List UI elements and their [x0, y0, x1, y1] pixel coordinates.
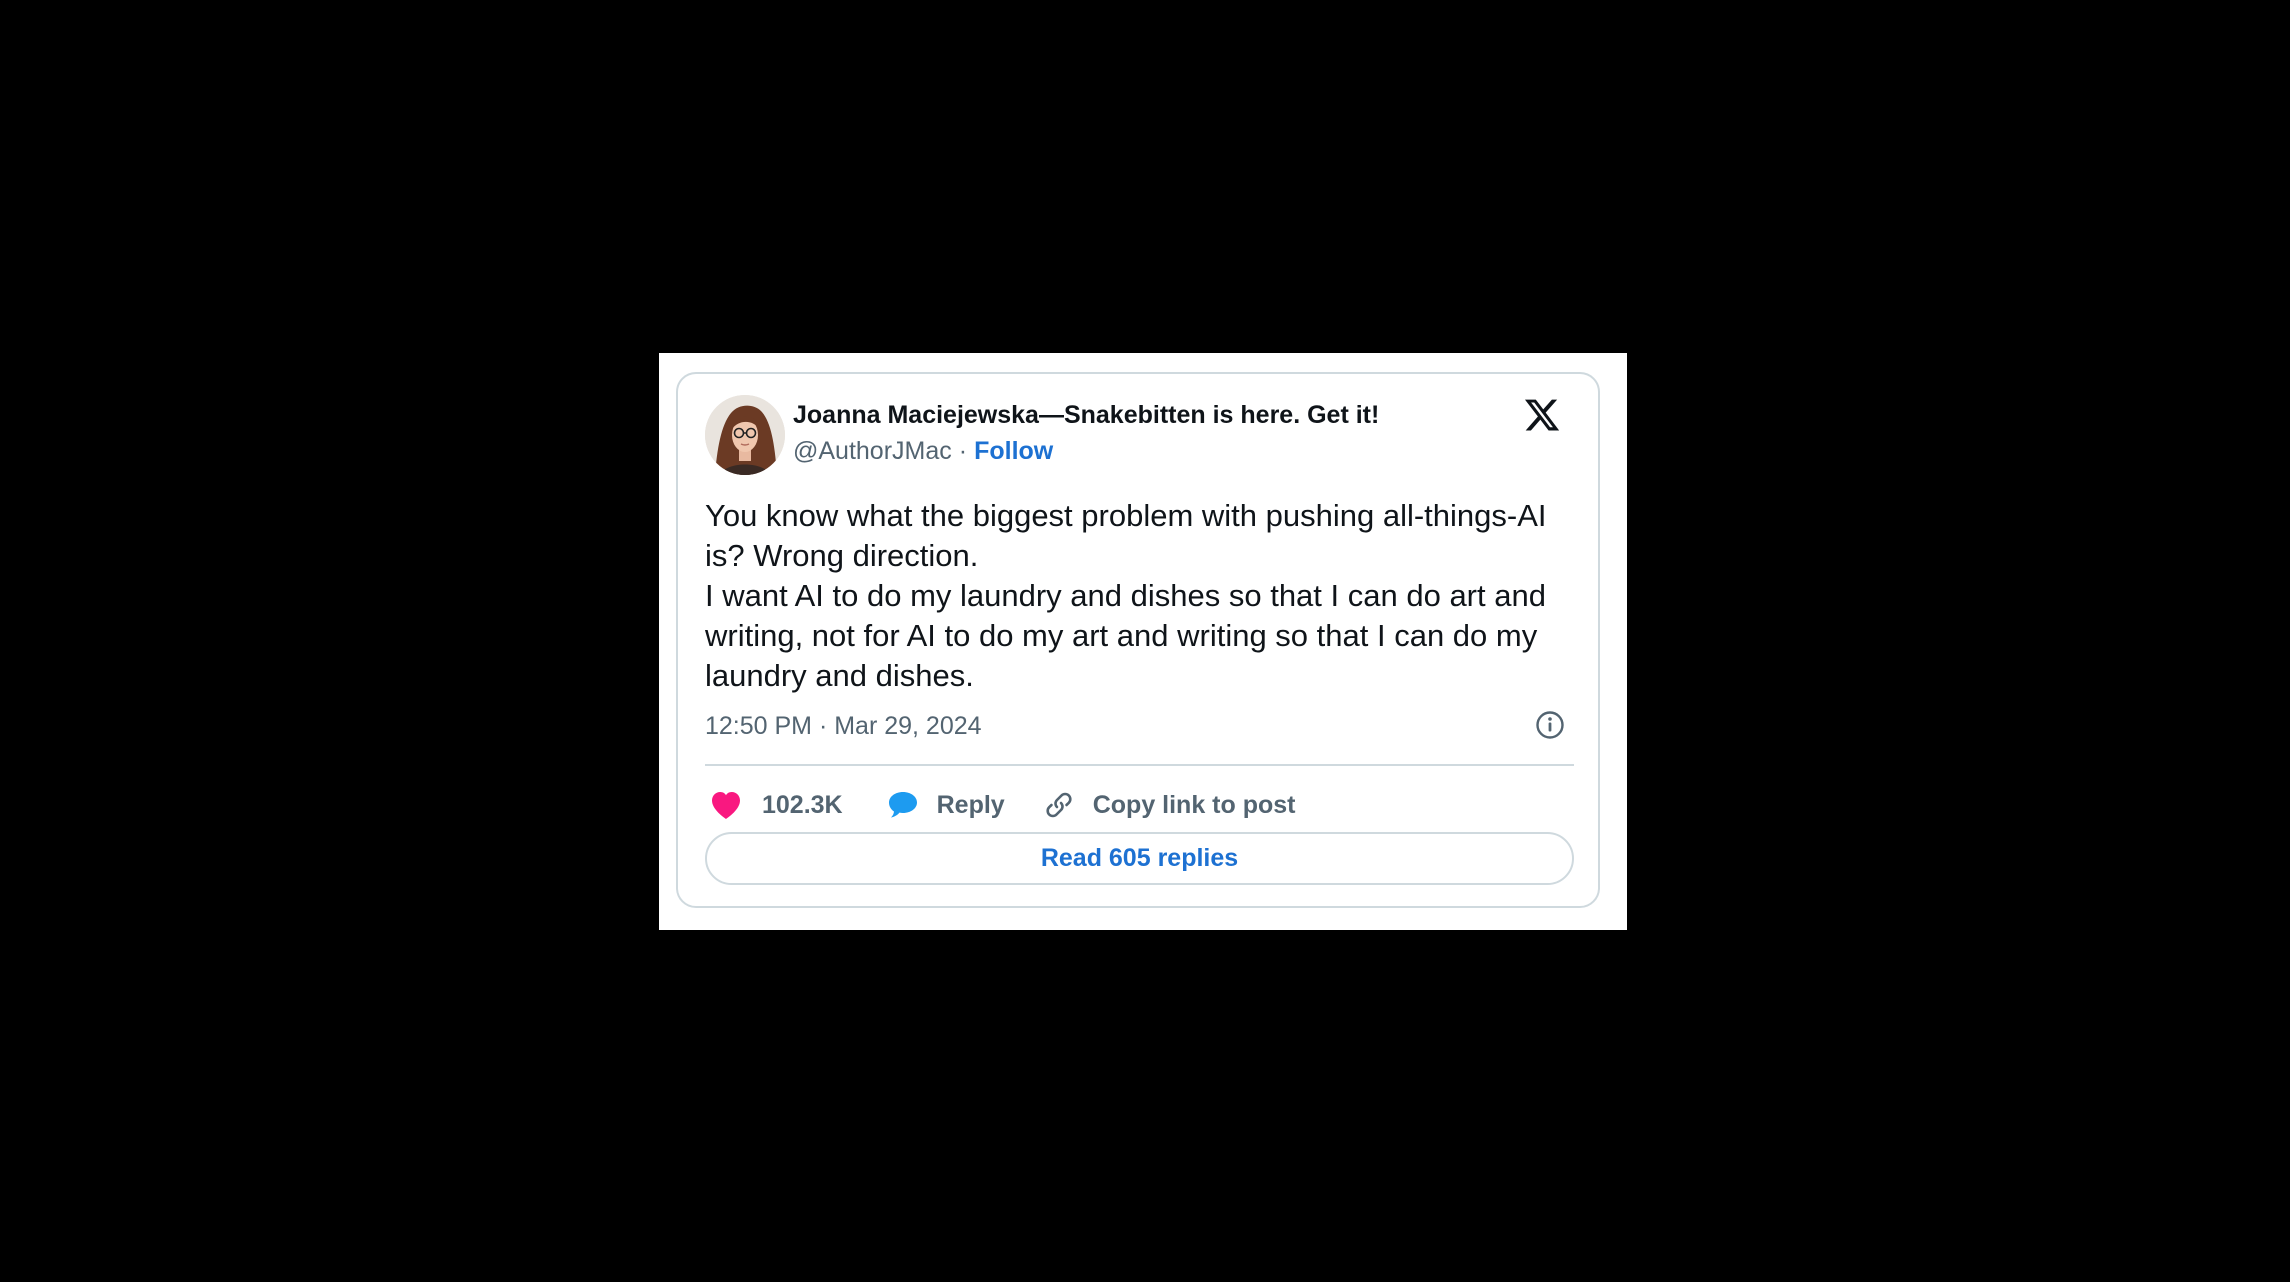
read-replies-button[interactable]: Read 605 replies [705, 832, 1574, 885]
avatar[interactable] [705, 395, 785, 475]
tweet-embed-frame: Joanna Maciejewska—Snakebitten is here. … [659, 353, 1627, 930]
info-icon[interactable] [1535, 710, 1565, 740]
author-display-name[interactable]: Joanna Maciejewska—Snakebitten is here. … [793, 401, 1379, 430]
speech-bubble-icon [888, 792, 917, 818]
tweet-text-line-1: You know what the biggest problem with p… [705, 498, 1547, 573]
tweet-text: You know what the biggest problem with p… [705, 496, 1580, 696]
link-icon [1046, 792, 1072, 818]
like-button[interactable]: 102.3K [710, 790, 843, 820]
copy-link-button[interactable]: Copy link to post [1043, 789, 1296, 821]
x-logo-icon[interactable] [1523, 396, 1561, 434]
divider [705, 764, 1574, 766]
like-count: 102.3K [762, 790, 843, 819]
author-handle[interactable]: @AuthorJMac [793, 437, 952, 465]
follow-button[interactable]: Follow [974, 437, 1053, 465]
tweet-text-line-2: I want AI to do my laundry and dishes so… [705, 578, 1546, 693]
tweet-card: Joanna Maciejewska—Snakebitten is here. … [676, 372, 1600, 908]
avatar-portrait-icon [705, 395, 785, 475]
heart-icon [712, 792, 740, 819]
handle-separator: · [958, 437, 968, 465]
reply-button[interactable]: Reply [887, 790, 1005, 820]
tweet-timestamp[interactable]: 12:50 PM · Mar 29, 2024 [705, 712, 982, 741]
author-handle-row: @AuthorJMac · Follow [793, 437, 1053, 466]
reply-label: Reply [936, 790, 1005, 819]
copy-link-label: Copy link to post [1092, 790, 1296, 819]
tweet-actions: 102.3K Reply Copy link to post [705, 780, 1296, 830]
